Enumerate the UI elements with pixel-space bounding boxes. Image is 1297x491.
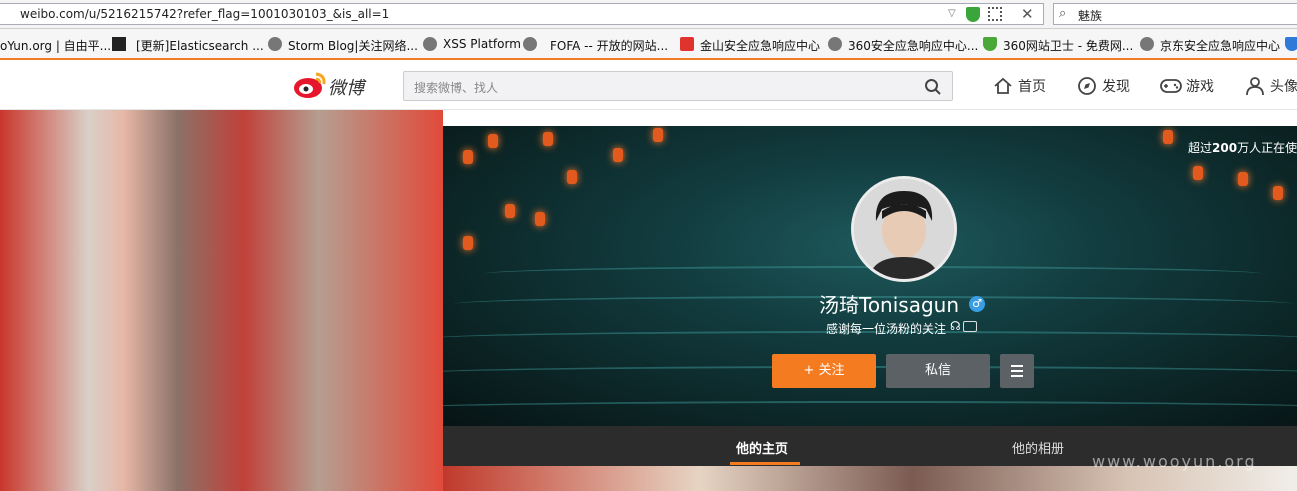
- bookmark-item[interactable]: Storm Blog|关注网络...: [288, 37, 418, 54]
- bookmark-item[interactable]: XSS Platform: [443, 37, 521, 51]
- url-text[interactable]: weibo.com/u/5216215742?refer_flag=100103…: [20, 7, 389, 21]
- shield-icon[interactable]: [966, 7, 980, 22]
- page-icon: [112, 37, 126, 51]
- globe-icon: [1140, 37, 1154, 51]
- headset-icon: ☊: [950, 319, 961, 333]
- lantern-decoration: [535, 212, 545, 226]
- member-badge-icon: [963, 321, 977, 332]
- lantern-decoration: [488, 134, 498, 148]
- site-header: 微博 搜索微博、找人 首页 发现 游戏 头像: [0, 62, 1297, 110]
- male-icon: ♂: [969, 296, 985, 312]
- globe-icon: [268, 37, 282, 51]
- watermark: www.wooyun.org: [1092, 452, 1257, 471]
- search-icon[interactable]: ⌕: [1059, 6, 1066, 21]
- close-icon[interactable]: ✕: [1021, 5, 1034, 23]
- browser-search-text[interactable]: 魅族: [1078, 7, 1102, 24]
- address-bar[interactable]: weibo.com/u/5216215742?refer_flag=100103…: [0, 3, 1044, 25]
- lantern-decoration: [1273, 186, 1283, 200]
- message-button[interactable]: 私信: [886, 354, 990, 388]
- logo-text: 微博: [328, 78, 364, 99]
- qr-code-icon[interactable]: [988, 7, 1002, 21]
- browser-toolbar: weibo.com/u/5216215742?refer_flag=100103…: [0, 0, 1297, 29]
- lantern-decoration: [505, 204, 515, 218]
- nav-discover[interactable]: 发现: [1102, 76, 1130, 96]
- nav-profile[interactable]: 头像: [1270, 76, 1297, 96]
- more-menu-button[interactable]: [1000, 354, 1034, 388]
- nav-games[interactable]: 游戏: [1186, 76, 1214, 96]
- lantern-decoration: [613, 148, 623, 162]
- search-placeholder: 搜索微博、找人: [414, 81, 499, 95]
- weibo-logo[interactable]: 微博: [292, 70, 372, 102]
- user-icon[interactable]: [1245, 76, 1265, 96]
- lantern-decoration: [1193, 166, 1203, 180]
- home-icon[interactable]: [993, 76, 1013, 96]
- bookmark-item[interactable]: [更新]Elasticsearch ...: [136, 37, 264, 54]
- lantern-decoration: [1238, 172, 1248, 186]
- globe-icon: [423, 37, 437, 51]
- tab-albums[interactable]: 他的相册: [1012, 438, 1064, 457]
- bookmark-item[interactable]: 京东安全应急响应中心: [1160, 37, 1280, 54]
- bookmark-item[interactable]: 360网站卫士 - 免费网...: [1003, 37, 1133, 54]
- bookmark-item[interactable]: 金山安全应急响应中心: [700, 37, 820, 54]
- lantern-decoration: [1163, 130, 1173, 144]
- users-count-note: 超过200万人正在使: [1188, 141, 1297, 155]
- nav-home[interactable]: 首页: [1018, 76, 1046, 96]
- tab-home[interactable]: 他的主页: [736, 438, 788, 457]
- shield-icon: [983, 37, 997, 51]
- weibo-search-box[interactable]: 搜索微博、找人: [403, 71, 953, 101]
- profile-name: 汤琦Tonisagun: [819, 293, 960, 317]
- compass-icon[interactable]: [1077, 76, 1097, 96]
- globe-icon: [523, 37, 537, 51]
- bookmarks-bar: oYun.org | 自由平... [更新]Elasticsearch ... …: [0, 29, 1297, 60]
- lantern-decoration: [567, 170, 577, 184]
- avatar[interactable]: [851, 176, 957, 282]
- lantern-decoration: [653, 128, 663, 142]
- seat-row: [443, 401, 1297, 417]
- globe-icon: [828, 37, 842, 51]
- dropdown-arrow-icon[interactable]: ▽: [948, 8, 956, 19]
- search-icon[interactable]: [924, 78, 942, 96]
- menu-icon: [1011, 365, 1023, 377]
- bookmark-item[interactable]: 360安全应急响应中心...: [848, 37, 978, 54]
- shield-icon: [1285, 37, 1297, 51]
- background-photo: [0, 110, 443, 491]
- bookmark-item[interactable]: oYun.org | 自由平...: [0, 37, 111, 54]
- browser-search-box[interactable]: ⌕ 魅族: [1053, 3, 1297, 25]
- kingsoft-icon: [680, 37, 694, 51]
- avatar-image: [854, 179, 954, 279]
- profile-bio: 感谢每一位汤粉的关注: [826, 322, 947, 336]
- weibo-logo-icon: [294, 72, 326, 98]
- lantern-decoration: [463, 236, 473, 250]
- follow-button[interactable]: + 关注: [772, 354, 876, 388]
- lantern-decoration: [463, 150, 473, 164]
- lantern-decoration: [543, 132, 553, 146]
- bookmark-item[interactable]: FOFA -- 开放的网站...: [550, 37, 668, 54]
- active-tab-indicator: [730, 462, 800, 465]
- gamepad-icon[interactable]: [1160, 77, 1182, 95]
